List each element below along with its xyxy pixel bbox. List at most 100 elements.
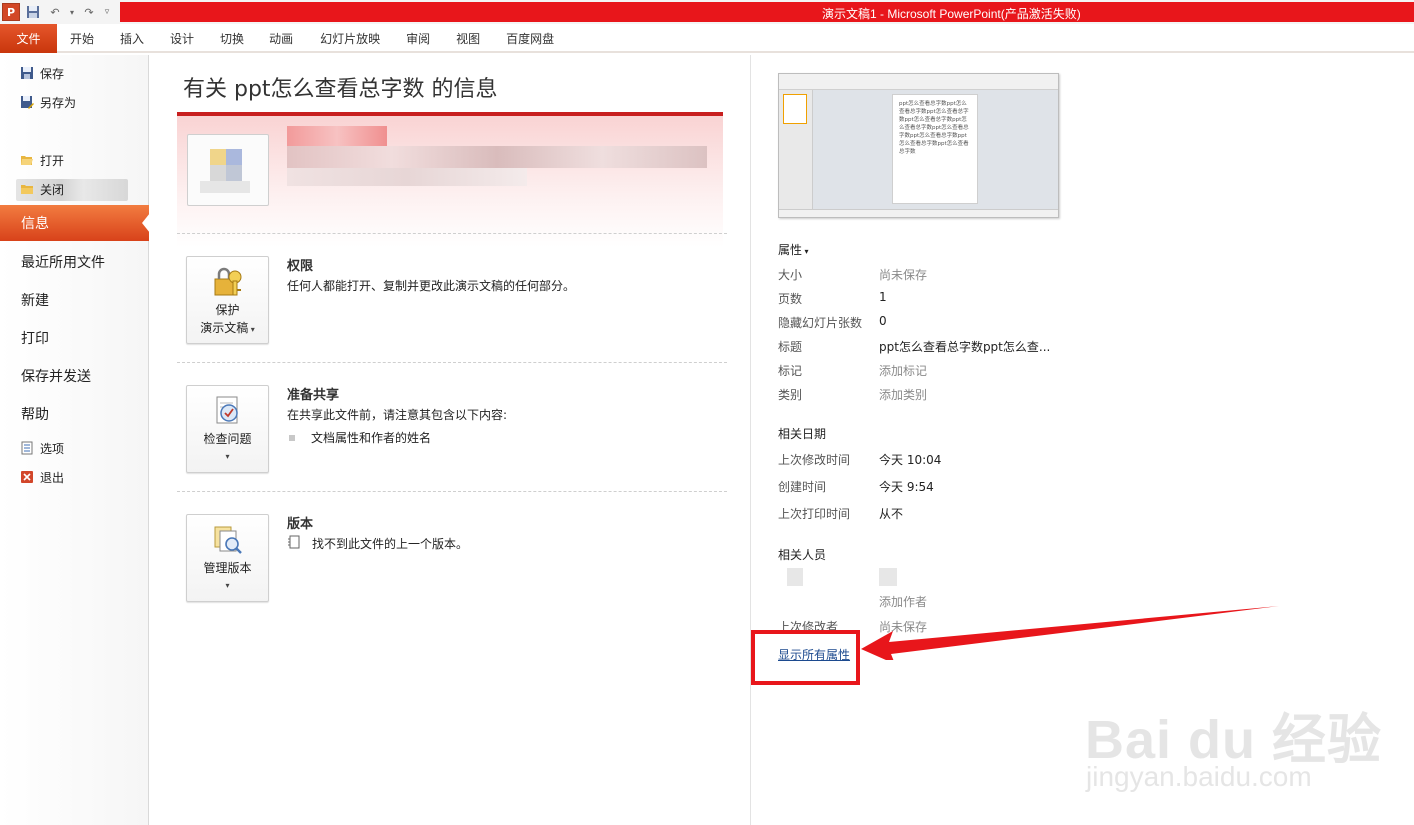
- show-all-properties-link[interactable]: 显示所有属性: [778, 646, 850, 663]
- check-issues-button-label: 检查问题 ▾: [203, 432, 252, 461]
- section-divider: [177, 491, 727, 492]
- blurred-author-name: [879, 568, 897, 586]
- tab-view[interactable]: 视图: [443, 24, 493, 53]
- versions-desc: 找不到此文件的上一个版本。: [287, 535, 468, 552]
- date-created-value: 今天 9:54: [879, 480, 934, 494]
- blurred-banner-text-2: [287, 168, 527, 186]
- manage-versions-button[interactable]: 管理版本 ▾: [186, 514, 269, 602]
- nav-save-send[interactable]: 保存并发送: [21, 366, 91, 386]
- versions-section: 管理版本 ▾ 版本 找不到此文件的上一个版本。: [177, 513, 727, 613]
- related-people-header: 相关人员: [778, 548, 827, 562]
- nav-save-label: 保存: [40, 66, 65, 81]
- annotation-arrow-icon: [861, 606, 1279, 660]
- manage-versions-button-label: 管理版本 ▾: [203, 561, 252, 590]
- prop-hidden-slides-label: 隐藏幻灯片张数: [778, 316, 863, 330]
- undo-dropdown-icon[interactable]: ▾: [68, 3, 76, 21]
- permissions-title: 权限: [287, 259, 314, 274]
- prop-size-label: 大小: [778, 268, 803, 282]
- key-lock-icon: [211, 265, 245, 299]
- prepare-sharing-bullet: 文档属性和作者的姓名: [289, 429, 431, 446]
- nav-help[interactable]: 帮助: [21, 404, 49, 424]
- prop-category-value[interactable]: 添加类别: [879, 386, 927, 403]
- nav-new[interactable]: 新建: [21, 290, 49, 310]
- nav-print[interactable]: 打印: [21, 328, 49, 348]
- blurred-banner-button: [187, 134, 269, 206]
- prop-tags-value[interactable]: 添加标记: [879, 362, 927, 379]
- tab-review[interactable]: 审阅: [393, 24, 443, 53]
- blurred-banner-text: [287, 146, 707, 168]
- nav-open-label: 打开: [40, 153, 65, 168]
- save-icon[interactable]: [24, 3, 42, 21]
- quick-access-toolbar: P ↶ ▾ ↷ ▿: [0, 0, 112, 24]
- ribbon-tabs: 文件 开始 插入 设计 切换 动画 幻灯片放映 审阅 视图 百度网盘: [0, 24, 1414, 53]
- permissions-section: 保护 演示文稿 ▾ 权限 任何人都能打开、复制并更改此演示文稿的任何部分。: [177, 255, 727, 355]
- nav-recent[interactable]: 最近所用文件: [21, 252, 105, 272]
- nav-info[interactable]: 信息: [0, 205, 150, 241]
- nav-open[interactable]: 打开: [20, 149, 64, 171]
- properties-header[interactable]: 属性 ▾: [778, 241, 809, 258]
- tab-insert[interactable]: 插入: [107, 24, 157, 53]
- powerpoint-logo-icon[interactable]: P: [2, 3, 20, 21]
- options-icon: [20, 441, 34, 455]
- folder-close-icon: [20, 182, 34, 196]
- prepare-sharing-title: 准备共享: [287, 388, 340, 403]
- document-version-icon: [287, 535, 301, 552]
- inspect-document-icon: [211, 394, 245, 428]
- thumbnail-status-bar: [779, 209, 1058, 217]
- versions-title: 版本: [287, 517, 314, 532]
- date-printed-label: 上次打印时间: [778, 507, 851, 521]
- save-as-icon: [20, 95, 34, 109]
- tab-file[interactable]: 文件: [0, 24, 57, 53]
- prepare-sharing-desc: 在共享此文件前，请注意其包含以下内容:: [287, 408, 508, 422]
- tab-slideshow[interactable]: 幻灯片放映: [307, 24, 393, 53]
- presentation-thumbnail[interactable]: ppt怎么查看总字数ppt怎么查看总字数ppt怎么查看总字数ppt怎么查看总字数…: [778, 73, 1059, 218]
- prop-title-value[interactable]: ppt怎么查看总字数ppt怎么查...: [879, 338, 1050, 355]
- info-panel: 有关 ppt怎么查看总字数 的信息 保护 演示文稿 ▾ 权限 任何人都能打开、复…: [150, 55, 750, 825]
- tab-design[interactable]: 设计: [157, 24, 207, 53]
- nav-exit-label: 退出: [40, 470, 65, 485]
- prop-title-label: 标题: [778, 340, 803, 354]
- tab-transitions[interactable]: 切换: [207, 24, 257, 53]
- nav-close[interactable]: 关闭: [20, 178, 64, 200]
- nav-options[interactable]: 选项: [20, 437, 64, 459]
- permissions-desc: 任何人都能打开、复制并更改此演示文稿的任何部分。: [287, 279, 576, 293]
- customize-toolbar-icon[interactable]: ▿: [102, 3, 112, 21]
- prepare-sharing-section: 检查问题 ▾ 准备共享 在共享此文件前，请注意其包含以下内容: 文档属性和作者的…: [177, 384, 727, 484]
- page-title: 有关 ppt怎么查看总字数 的信息: [183, 77, 498, 102]
- title-bar-red-area: [120, 2, 1414, 22]
- nav-save[interactable]: 保存: [20, 62, 64, 84]
- prop-category-label: 类别: [778, 388, 803, 402]
- nav-exit[interactable]: 退出: [20, 466, 64, 488]
- thumbnail-slide-pane: [779, 90, 813, 211]
- undo-icon[interactable]: ↶: [46, 3, 64, 21]
- prop-pages-label: 页数: [778, 292, 803, 306]
- thumbnail-mini-slide: [783, 94, 807, 124]
- folder-open-icon: [20, 153, 34, 167]
- nav-save-as-label: 另存为: [40, 95, 77, 110]
- tab-baidu-netdisk[interactable]: 百度网盘: [493, 24, 567, 53]
- blurred-compatibility-banner: [177, 112, 723, 247]
- manage-versions-icon: [211, 523, 245, 557]
- related-dates-header: 相关日期: [778, 427, 827, 441]
- section-divider: [177, 233, 727, 234]
- window-title: 演示文稿1 - Microsoft PowerPoint(产品激活失败): [822, 7, 1081, 21]
- tab-animations[interactable]: 动画: [257, 24, 307, 53]
- prop-size-value: 尚未保存: [879, 268, 928, 282]
- baidu-watermark-url: jingyan.baidu.com: [1086, 761, 1312, 792]
- section-divider: [177, 362, 727, 363]
- nav-save-as[interactable]: 另存为: [20, 91, 76, 113]
- backstage-nav: 保存 另存为 打开 关闭 信息 最近所用文件 新建 打印 保存并发送 帮助 选项…: [0, 55, 150, 825]
- tab-home[interactable]: 开始: [57, 24, 107, 53]
- protect-presentation-button[interactable]: 保护 演示文稿 ▾: [186, 256, 269, 344]
- title-bar: P ↶ ▾ ↷ ▿ 演示文稿1 - Microsoft PowerPoint(产…: [0, 0, 1414, 24]
- blurred-author-avatar: [787, 568, 803, 586]
- bullet-icon: [289, 434, 295, 441]
- prop-tags-label: 标记: [778, 364, 803, 378]
- check-issues-button[interactable]: 检查问题 ▾: [186, 385, 269, 473]
- thumbnail-slide-text: ppt怎么查看总字数ppt怎么查看总字数ppt怎么查看总字数ppt怎么查看总字数…: [899, 101, 969, 155]
- thumbnail-ribbon: [779, 74, 1058, 90]
- redo-icon[interactable]: ↷: [80, 3, 98, 21]
- date-created-label: 创建时间: [778, 480, 827, 494]
- exit-icon: [20, 470, 34, 484]
- prop-pages-value: 1: [879, 290, 887, 304]
